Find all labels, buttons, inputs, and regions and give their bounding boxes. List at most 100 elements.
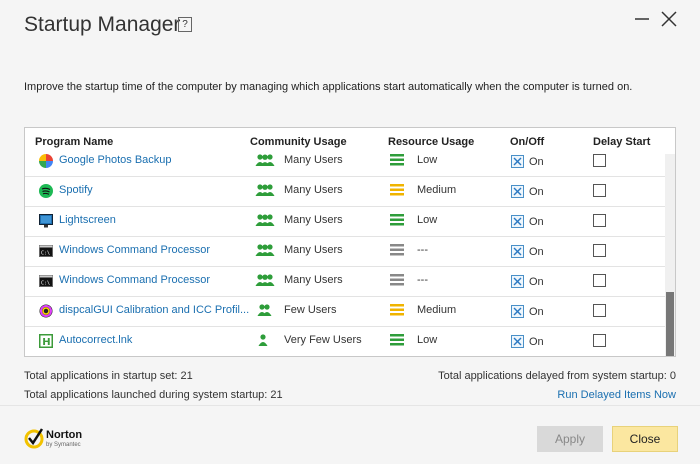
cmd-icon: C:\ xyxy=(39,274,53,288)
google-photos-icon xyxy=(39,154,53,168)
program-name-link[interactable]: Windows Command Processor xyxy=(59,274,210,286)
users-icon xyxy=(254,213,276,227)
resource-bars-icon xyxy=(390,154,404,166)
on-off-checkbox[interactable] xyxy=(511,155,524,168)
program-name-link[interactable]: Lightscreen xyxy=(59,214,116,226)
window-title: Startup Manager xyxy=(24,13,181,36)
table-row[interactable]: Google Photos Backup Many Users Low On xyxy=(25,154,665,177)
users-icon xyxy=(254,333,276,347)
header-community-usage[interactable]: Community Usage xyxy=(250,136,347,148)
resource-bars-icon xyxy=(390,184,404,196)
table-header: Program Name Community Usage Resource Us… xyxy=(25,128,675,154)
close-button[interactable]: Close xyxy=(612,426,678,452)
delay-start-checkbox[interactable] xyxy=(593,214,606,227)
norton-check-icon xyxy=(24,428,44,449)
summary-launched: Total applications launched during syste… xyxy=(24,389,283,401)
users-icon xyxy=(254,154,276,167)
startup-table: Program Name Community Usage Resource Us… xyxy=(24,127,676,357)
dispcal-icon xyxy=(39,304,53,318)
community-usage-text: Many Users xyxy=(284,244,343,256)
resource-usage-text: Medium xyxy=(417,184,457,196)
svg-text:C:\: C:\ xyxy=(41,251,50,257)
svg-text:C:\: C:\ xyxy=(41,281,50,287)
resource-bars-icon xyxy=(390,274,404,286)
help-icon[interactable]: ? xyxy=(178,17,192,32)
on-off-label: On xyxy=(529,246,544,258)
cmd-icon: C:\ xyxy=(39,244,53,258)
on-off-label: On xyxy=(529,306,544,318)
on-off-checkbox[interactable] xyxy=(511,215,524,228)
title-bar: Startup Manager ? xyxy=(0,0,700,52)
autocorrect-icon: H xyxy=(39,334,53,348)
resource-usage-text: Low xyxy=(417,334,438,346)
users-icon xyxy=(254,273,276,287)
close-icon[interactable] xyxy=(658,8,680,30)
header-on-off[interactable]: On/Off xyxy=(510,136,544,148)
resource-bars-icon xyxy=(390,214,404,226)
svg-text:H: H xyxy=(42,337,50,348)
table-row[interactable]: dispcalGUI Calibration and ICC Profil...… xyxy=(25,296,665,327)
on-off-label: On xyxy=(529,216,544,228)
resource-usage-text: Low xyxy=(417,214,438,226)
community-usage-text: Many Users xyxy=(284,184,343,196)
spotify-icon xyxy=(39,184,53,198)
delay-start-checkbox[interactable] xyxy=(593,304,606,317)
resource-usage-text: Medium xyxy=(417,304,457,316)
users-icon xyxy=(254,303,276,317)
table-body: Google Photos Backup Many Users Low On S… xyxy=(25,154,665,356)
delay-start-checkbox[interactable] xyxy=(593,334,606,347)
summary-startup-set: Total applications in startup set: 21 xyxy=(24,370,193,382)
scrollbar-thumb[interactable] xyxy=(666,292,674,356)
community-usage-text: Very Few Users xyxy=(284,334,362,346)
resource-usage-text: Low xyxy=(417,154,438,166)
on-off-checkbox[interactable] xyxy=(511,305,524,318)
lightscreen-icon xyxy=(39,214,53,228)
delay-start-checkbox[interactable] xyxy=(593,154,606,167)
minimize-icon[interactable] xyxy=(631,8,653,30)
users-icon xyxy=(254,183,276,197)
delay-start-checkbox[interactable] xyxy=(593,184,606,197)
on-off-label: On xyxy=(529,186,544,198)
on-off-label: On xyxy=(529,336,544,348)
program-name-link[interactable]: Autocorrect.lnk xyxy=(59,334,132,346)
program-name-link[interactable]: dispcalGUI Calibration and ICC Profil... xyxy=(59,304,249,316)
table-row[interactable]: C:\ Windows Command Processor Many Users… xyxy=(25,236,665,267)
resource-usage-text: --- xyxy=(417,274,428,286)
table-row[interactable]: C:\ Windows Command Processor Many Users… xyxy=(25,266,665,297)
table-scrollbar[interactable] xyxy=(665,154,675,356)
community-usage-text: Many Users xyxy=(284,214,343,226)
table-row[interactable]: Lightscreen Many Users Low On xyxy=(25,206,665,237)
on-off-label: On xyxy=(529,276,544,288)
program-name-link[interactable]: Google Photos Backup xyxy=(59,154,172,166)
brand-name: Norton xyxy=(46,429,83,441)
on-off-checkbox[interactable] xyxy=(511,335,524,348)
program-name-link[interactable]: Spotify xyxy=(59,184,93,196)
header-program-name[interactable]: Program Name xyxy=(35,136,113,148)
resource-bars-icon xyxy=(390,334,404,346)
on-off-label: On xyxy=(529,156,544,168)
delay-start-checkbox[interactable] xyxy=(593,244,606,257)
summary-delayed: Total applications delayed from system s… xyxy=(438,370,676,382)
program-name-link[interactable]: Windows Command Processor xyxy=(59,244,210,256)
delay-start-checkbox[interactable] xyxy=(593,274,606,287)
users-icon xyxy=(254,243,276,257)
community-usage-text: Many Users xyxy=(284,154,343,166)
header-resource-usage[interactable]: Resource Usage xyxy=(388,136,474,148)
on-off-checkbox[interactable] xyxy=(511,185,524,198)
resource-bars-icon xyxy=(390,244,404,256)
description-text: Improve the startup time of the computer… xyxy=(24,81,633,93)
norton-logo: Norton by Symantec xyxy=(24,425,96,453)
table-row[interactable]: Spotify Many Users Medium On xyxy=(25,176,665,207)
brand-sub: by Symantec xyxy=(46,442,81,448)
footer: Norton by Symantec Apply Close xyxy=(0,405,700,464)
run-delayed-items-link[interactable]: Run Delayed Items Now xyxy=(557,389,676,401)
community-usage-text: Many Users xyxy=(284,274,343,286)
header-delay-start[interactable]: Delay Start xyxy=(593,136,650,148)
community-usage-text: Few Users xyxy=(284,304,337,316)
resource-bars-icon xyxy=(390,304,404,316)
apply-button[interactable]: Apply xyxy=(537,426,603,452)
on-off-checkbox[interactable] xyxy=(511,245,524,258)
table-row[interactable]: H Autocorrect.lnk Very Few Users Low On xyxy=(25,326,665,356)
resource-usage-text: --- xyxy=(417,244,428,256)
on-off-checkbox[interactable] xyxy=(511,275,524,288)
